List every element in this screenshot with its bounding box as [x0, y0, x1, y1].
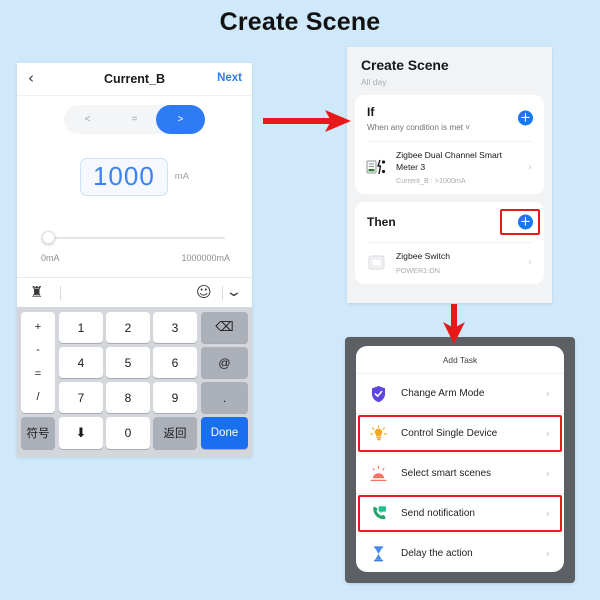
- smart-scene-icon: [369, 464, 388, 483]
- scene-panel-title: Create Scene: [361, 57, 449, 73]
- symbol-column-key[interactable]: + - = /: [21, 312, 55, 413]
- chevron-right-icon: ›: [528, 162, 532, 174]
- then-device-detail: POWER1:ON: [396, 265, 440, 275]
- if-title: If: [367, 105, 375, 119]
- comparator-equals[interactable]: =: [111, 105, 158, 134]
- slider-min-label: 0mA: [41, 253, 60, 263]
- key-dot[interactable]: .: [201, 382, 248, 413]
- create-scene-panel: Create Scene All day If When any conditi…: [347, 47, 552, 303]
- symbol-minus[interactable]: -: [36, 345, 40, 356]
- task-label: Send notification: [401, 508, 475, 519]
- task-label: Select smart scenes: [401, 468, 492, 479]
- backspace-icon: ⌫: [215, 320, 234, 335]
- task-item-control-single-device[interactable]: Control Single Device ›: [356, 413, 564, 453]
- backspace-key[interactable]: ⌫: [201, 312, 248, 343]
- then-card: Then + Zigbee Switch POWER1:ON ›: [355, 202, 544, 284]
- smiley-icon[interactable]: ☺: [196, 283, 212, 301]
- symbol-slash[interactable]: /: [36, 391, 39, 403]
- lightbulb-icon: [369, 424, 388, 443]
- chevron-right-icon: ›: [545, 547, 550, 560]
- zigbee-meter-icon: [365, 157, 389, 179]
- then-title: Then: [367, 215, 396, 230]
- toolbar-divider: [60, 286, 61, 300]
- task-item-change-arm-mode[interactable]: Change Arm Mode ›: [356, 373, 564, 413]
- symbols-key-label: 符号: [26, 428, 50, 440]
- next-button[interactable]: Next: [217, 72, 242, 84]
- if-condition-mode[interactable]: When any condition is met ˅: [367, 123, 532, 132]
- then-header: Then +: [355, 202, 544, 242]
- add-task-title: Add Task: [442, 355, 478, 365]
- screenshot-root: Create Scene ‹ Current_B Next < = > 1000…: [0, 0, 600, 600]
- if-condition-row[interactable]: Zigbee Dual Channel Smart Meter 3 Curren…: [355, 142, 544, 194]
- add-task-panel: Add Task Change Arm Mode › Control Singl…: [345, 337, 575, 583]
- chevron-right-icon: ›: [545, 507, 550, 520]
- key-6[interactable]: 6: [153, 347, 197, 378]
- task-label: Change Arm Mode: [401, 388, 485, 399]
- handwriting-input-icon[interactable]: ♜: [30, 284, 47, 301]
- key-8[interactable]: 8: [106, 382, 150, 413]
- if-device-name: Zigbee Dual Channel Smart Meter 3: [396, 150, 503, 172]
- numeric-keyboard: + - = / 1 2 3 ⌫ 4 5 6 @ 7 8 9 . 符号 ⬇ 0 返…: [17, 307, 252, 457]
- task-label: Control Single Device: [401, 428, 498, 439]
- left-phone-screen: ‹ Current_B Next < = > 1000 mA 0mA 10000…: [17, 63, 252, 457]
- page-title: Create Scene: [219, 8, 381, 36]
- done-key[interactable]: Done: [201, 417, 248, 449]
- symbols-key[interactable]: 符号: [21, 417, 55, 449]
- if-header: If When any condition is met ˅ +: [355, 95, 544, 141]
- symbol-plus[interactable]: +: [35, 322, 41, 333]
- chevron-down-icon[interactable]: ⌄: [225, 284, 243, 300]
- key-4[interactable]: 4: [59, 347, 103, 378]
- symbol-equals[interactable]: =: [35, 368, 41, 380]
- add-action-button[interactable]: +: [518, 214, 533, 230]
- key-2[interactable]: 2: [106, 312, 150, 343]
- key-9[interactable]: 9: [153, 382, 197, 413]
- value-unit-label: mA: [174, 171, 190, 183]
- task-item-delay-the-action[interactable]: Delay the action ›: [356, 533, 564, 572]
- comparator-less-than[interactable]: <: [64, 105, 111, 134]
- scene-panel-header: Create Scene All day: [347, 47, 552, 87]
- task-item-send-notification[interactable]: Send notification ›: [356, 493, 564, 533]
- voice-space-key[interactable]: ⬇: [59, 417, 103, 449]
- slider-knob[interactable]: [42, 231, 55, 244]
- phone-message-icon: [369, 504, 388, 523]
- slider-max-label: 1000000mA: [181, 253, 230, 263]
- add-task-sheet: Add Task Change Arm Mode › Control Singl…: [356, 346, 564, 572]
- left-navbar: ‹ Current_B Next: [17, 63, 252, 96]
- add-condition-button[interactable]: +: [518, 110, 533, 126]
- key-5[interactable]: 5: [106, 347, 150, 378]
- return-key-label: 返回: [163, 428, 187, 440]
- slider-track[interactable]: [47, 237, 225, 239]
- keyboard-toolbar: ♜ ☺ ⌄: [17, 277, 252, 307]
- key-7[interactable]: 7: [59, 382, 103, 413]
- if-device-detail: Current_B : >1000mA: [396, 176, 466, 186]
- shield-check-icon: [369, 384, 388, 403]
- scene-panel-subtitle: All day: [361, 77, 387, 87]
- arrow-left-to-scene: [263, 110, 351, 132]
- task-item-select-smart-scenes[interactable]: Select smart scenes ›: [356, 453, 564, 493]
- value-row: 1000 mA: [17, 158, 252, 196]
- chevron-right-icon: ›: [545, 467, 550, 480]
- comparator-segmented-control[interactable]: < = >: [64, 105, 205, 134]
- then-action-text: Zigbee Switch POWER1:ON: [396, 251, 524, 275]
- chevron-right-icon: ›: [545, 427, 550, 440]
- key-3[interactable]: 3: [153, 312, 197, 343]
- chevron-right-icon: ›: [545, 387, 550, 400]
- then-action-row[interactable]: Zigbee Switch POWER1:ON ›: [355, 243, 544, 284]
- key-0[interactable]: 0: [106, 417, 150, 449]
- arrow-scene-to-tasks: [443, 304, 465, 344]
- task-label: Delay the action: [401, 548, 473, 559]
- comparator-greater-than[interactable]: >: [156, 105, 205, 134]
- if-card: If When any condition is met ˅ + Zigbee …: [355, 95, 544, 195]
- hourglass-icon: [369, 544, 388, 563]
- return-key[interactable]: 返回: [153, 417, 197, 449]
- chevron-right-icon: ›: [528, 257, 532, 269]
- toolbar-divider: [222, 286, 223, 300]
- key-1[interactable]: 1: [59, 312, 103, 343]
- value-input[interactable]: 1000: [79, 158, 168, 196]
- then-device-name: Zigbee Switch: [396, 251, 450, 262]
- key-at[interactable]: @: [201, 347, 248, 378]
- if-condition-text: Zigbee Dual Channel Smart Meter 3 Curren…: [396, 150, 524, 185]
- zigbee-switch-icon: [365, 252, 389, 274]
- microphone-down-icon: ⬇: [75, 425, 87, 441]
